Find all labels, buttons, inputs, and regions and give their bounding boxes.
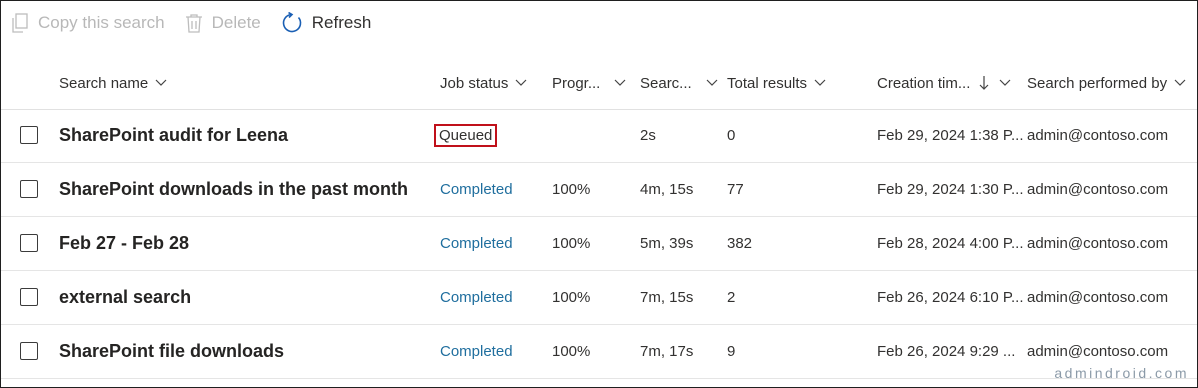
- search-time-cell: 7m, 15s: [640, 289, 694, 306]
- search-time-cell: 2s: [640, 127, 656, 144]
- job-status-cell: Queued: [434, 109, 498, 162]
- total-results-cell: 77: [727, 181, 744, 198]
- row-checkbox[interactable]: [20, 126, 38, 144]
- table-row[interactable]: external search Completed 100% 7m, 15s 2…: [1, 271, 1197, 325]
- column-header-creation-time[interactable]: Creation tim...: [877, 57, 1011, 109]
- job-status-cell[interactable]: Completed: [440, 271, 513, 324]
- job-status-cell[interactable]: Completed: [440, 217, 513, 270]
- search-name-cell[interactable]: SharePoint audit for Leena: [59, 109, 288, 162]
- trash-icon: [185, 13, 203, 33]
- chevron-down-icon: [814, 79, 826, 87]
- creation-time-cell: Feb 26, 2024 9:29 ...: [877, 343, 1016, 360]
- column-header-label: Creation tim...: [877, 74, 971, 92]
- creation-time-cell: Feb 28, 2024 4:00 P...: [877, 235, 1024, 252]
- search-time-cell: 5m, 39s: [640, 235, 694, 252]
- column-header-label: Job status: [440, 74, 509, 92]
- search-time-cell: 7m, 17s: [640, 343, 694, 360]
- chevron-down-icon: [614, 79, 626, 87]
- performed-by-cell: admin@contoso.com: [1027, 127, 1169, 144]
- job-status-cell[interactable]: Completed: [440, 163, 513, 216]
- column-header-search-time[interactable]: Searc...: [640, 57, 718, 109]
- row-checkbox[interactable]: [20, 288, 38, 306]
- creation-time-cell: Feb 29, 2024 1:30 P...: [877, 181, 1024, 198]
- chevron-down-icon: [515, 79, 527, 87]
- search-name-cell[interactable]: SharePoint file downloads: [59, 325, 284, 378]
- delete-label: Delete: [211, 13, 261, 32]
- row-checkbox[interactable]: [20, 180, 38, 198]
- column-header-label: Search name: [59, 74, 149, 92]
- column-header-search-name[interactable]: Search name: [59, 57, 167, 109]
- refresh-icon: [281, 12, 303, 34]
- performed-by-cell: admin@contoso.com: [1027, 235, 1169, 252]
- column-header-progress[interactable]: Progr...: [552, 57, 626, 109]
- search-name-cell[interactable]: external search: [59, 271, 191, 324]
- column-header-row: Search name Job status Progr... Searc...…: [1, 57, 1197, 110]
- search-time-cell: 4m, 15s: [640, 181, 694, 198]
- performed-by-cell: admin@contoso.com: [1027, 289, 1169, 306]
- refresh-label: Refresh: [311, 13, 372, 32]
- total-results-cell: 2: [727, 289, 736, 306]
- table-row[interactable]: Feb 27 - Feb 28 Completed 100% 5m, 39s 3…: [1, 217, 1197, 271]
- column-header-performed-by[interactable]: Search performed by: [1027, 57, 1186, 109]
- column-header-total-results[interactable]: Total results: [727, 57, 826, 109]
- copy-search-button[interactable]: Copy this search: [11, 1, 165, 45]
- table-row[interactable]: SharePoint downloads in the past month C…: [1, 163, 1197, 217]
- chevron-down-icon: [155, 79, 167, 87]
- row-checkbox[interactable]: [20, 342, 38, 360]
- creation-time-cell: Feb 26, 2024 6:10 P...: [877, 289, 1024, 306]
- command-bar: Copy this search Delete Refresh: [1, 1, 1197, 45]
- column-header-label: Total results: [727, 74, 808, 92]
- search-name-cell[interactable]: Feb 27 - Feb 28: [59, 217, 189, 270]
- progress-cell: 100%: [552, 289, 591, 306]
- column-header-job-status[interactable]: Job status: [440, 57, 527, 109]
- total-results-cell: 382: [727, 235, 753, 252]
- chevron-down-icon: [1174, 79, 1186, 87]
- progress-cell: 100%: [552, 343, 591, 360]
- table-row[interactable]: SharePoint audit for Leena Queued 2s 0 F…: [1, 109, 1197, 163]
- copy-icon: [11, 13, 29, 33]
- column-header-label: Progr...: [552, 74, 601, 92]
- chevron-down-icon: [999, 79, 1011, 87]
- audit-search-list: Copy this search Delete Refresh Search n…: [0, 0, 1198, 388]
- watermark: admindroid.com: [1054, 365, 1189, 381]
- row-checkbox[interactable]: [20, 234, 38, 252]
- table-row[interactable]: SharePoint file downloads Completed 100%…: [1, 325, 1197, 379]
- progress-cell: 100%: [552, 181, 591, 198]
- job-status-cell[interactable]: Completed: [440, 325, 513, 378]
- column-header-label: Searc...: [640, 74, 692, 92]
- total-results-cell: 9: [727, 343, 736, 360]
- sort-down-arrow-icon: [979, 75, 989, 91]
- total-results-cell: 0: [727, 127, 736, 144]
- column-header-label: Search performed by: [1027, 74, 1168, 92]
- creation-time-cell: Feb 29, 2024 1:38 P...: [877, 127, 1024, 144]
- performed-by-cell: admin@contoso.com: [1027, 181, 1169, 198]
- refresh-button[interactable]: Refresh: [281, 1, 372, 45]
- queued-status-highlight: Queued: [434, 124, 498, 147]
- progress-cell: 100%: [552, 235, 591, 252]
- copy-search-label: Copy this search: [38, 13, 165, 32]
- search-name-cell[interactable]: SharePoint downloads in the past month: [59, 163, 408, 216]
- chevron-down-icon: [706, 79, 718, 87]
- delete-button[interactable]: Delete: [185, 1, 261, 45]
